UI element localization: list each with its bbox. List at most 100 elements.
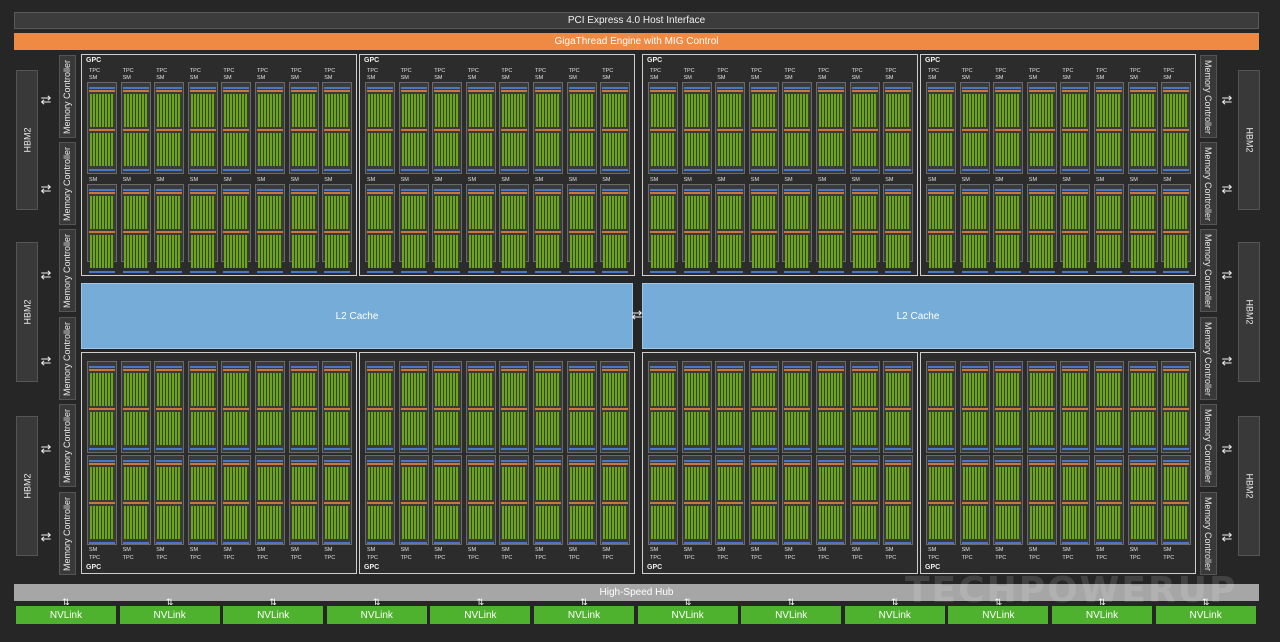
cuda-core-group	[751, 94, 776, 127]
sm-block	[322, 184, 353, 273]
sm-stripe-orange	[122, 369, 149, 371]
sm-stripe-orange	[928, 192, 954, 194]
cuda-core-group	[1130, 412, 1155, 445]
sm-label: SM	[400, 177, 409, 183]
cuda-core-group	[157, 412, 182, 445]
sm-stripe-mid	[122, 129, 149, 131]
sm-stripe-orange	[568, 192, 595, 194]
cuda-core-group	[996, 373, 1021, 406]
cuda-core-group	[502, 235, 527, 268]
cuda-core-group	[224, 196, 249, 229]
sm-stripe-orange	[434, 90, 461, 92]
sm-stripe-orange	[1163, 463, 1190, 465]
tpc-label: TPC	[1129, 555, 1141, 561]
sm-stripe-top	[885, 189, 912, 191]
tpc-label: TPC	[750, 68, 762, 74]
sm-block	[883, 184, 914, 273]
sm-stripe-mid	[501, 129, 528, 131]
sm-stripe-bottom	[223, 169, 250, 171]
sm-block	[1026, 455, 1057, 545]
sm-stripe-mid	[818, 502, 844, 504]
sm-stripe-mid	[928, 231, 954, 233]
sm-stripe-bottom	[717, 448, 744, 450]
tpc-label: TPC	[650, 68, 661, 74]
sm-block	[715, 455, 746, 545]
cuda-core-group	[785, 373, 810, 406]
sm-stripe-mid	[156, 129, 183, 131]
cuda-core-group	[502, 94, 527, 127]
sm-label: SM	[367, 75, 376, 81]
tpc-label: TPC	[434, 555, 446, 561]
tpc-block: TPCSMSM	[1094, 361, 1124, 561]
cuda-core-group	[157, 196, 182, 229]
sm-stripe-orange	[400, 463, 427, 465]
cuda-core-group	[401, 467, 426, 500]
cuda-core-group	[435, 133, 460, 166]
cuda-core-group	[157, 94, 182, 127]
sm-block	[993, 361, 1024, 453]
cuda-core-group	[291, 467, 316, 500]
sm-label: SM	[885, 75, 894, 81]
sm-block	[849, 184, 880, 273]
cuda-core-group	[123, 373, 148, 406]
sm-stripe-mid	[122, 408, 149, 410]
gigathread-engine: GigaThread Engine with MIG Control	[14, 33, 1259, 50]
hbm-link-arrow-icon: ⇄	[1221, 529, 1233, 544]
sm-block	[120, 455, 151, 545]
sm-stripe-top	[995, 189, 1022, 191]
cuda-core-group	[401, 133, 426, 166]
sm-stripe-mid	[928, 129, 954, 131]
sm-block	[432, 184, 463, 273]
sm-label: SM	[885, 547, 894, 553]
tpc-label: TPC	[717, 555, 729, 561]
tpc-block: TPCSMSM	[154, 361, 185, 561]
sm-label: SM	[467, 75, 477, 81]
tpc-block: TPCSMSM	[1060, 361, 1091, 561]
sm-label: SM	[851, 177, 860, 183]
sm-label: SM	[324, 547, 333, 553]
cuda-core-group	[468, 373, 493, 406]
sm-label: SM	[156, 75, 165, 81]
mc-label: Memory Controller	[1203, 146, 1214, 221]
sm-stripe-bottom	[535, 542, 561, 544]
cuda-core-group	[190, 412, 215, 445]
sm-block	[648, 361, 678, 453]
mc-label: Memory Controller	[62, 146, 73, 221]
tpc-block: TPCSMSM	[681, 361, 712, 561]
cuda-core-group	[536, 196, 560, 229]
sm-stripe-bottom	[568, 271, 595, 273]
cuda-core-group	[468, 506, 493, 539]
tpc-label: TPC	[784, 68, 796, 74]
cuda-core-group	[785, 467, 810, 500]
sm-block	[465, 184, 496, 273]
sm-stripe-top	[467, 366, 494, 368]
sm-stripe-top	[683, 366, 710, 368]
sm-stripe-bottom	[995, 542, 1022, 544]
tpc-label: TPC	[750, 555, 762, 561]
cuda-core-group	[502, 506, 527, 539]
sm-stripe-top	[885, 366, 912, 368]
sm-stripe-orange	[290, 90, 317, 92]
sm-stripe-orange	[650, 90, 676, 92]
sm-stripe-top	[400, 460, 427, 462]
sm-stripe-mid	[750, 502, 777, 504]
tpc-block: TPCSMSM	[432, 361, 463, 561]
sm-stripe-top	[434, 87, 461, 89]
sm-stripe-orange	[1096, 192, 1122, 194]
cuda-core-group	[852, 133, 877, 166]
hbm2-label: HBM2	[22, 299, 33, 325]
cuda-core-group	[90, 412, 114, 445]
sm-block	[600, 361, 631, 453]
sm-stripe-mid	[535, 231, 561, 233]
sm-stripe-orange	[257, 192, 283, 194]
sm-block	[566, 455, 597, 545]
cuda-core-group	[325, 373, 350, 406]
cuda-core-group	[435, 235, 460, 268]
sm-stripe-mid	[1096, 231, 1122, 233]
cuda-core-group	[751, 412, 776, 445]
sm-stripe-mid	[784, 129, 811, 131]
sm-stripe-orange	[961, 463, 988, 465]
sm-stripe-bottom	[367, 271, 393, 273]
cuda-core-group	[603, 196, 628, 229]
sm-stripe-bottom	[189, 169, 216, 171]
